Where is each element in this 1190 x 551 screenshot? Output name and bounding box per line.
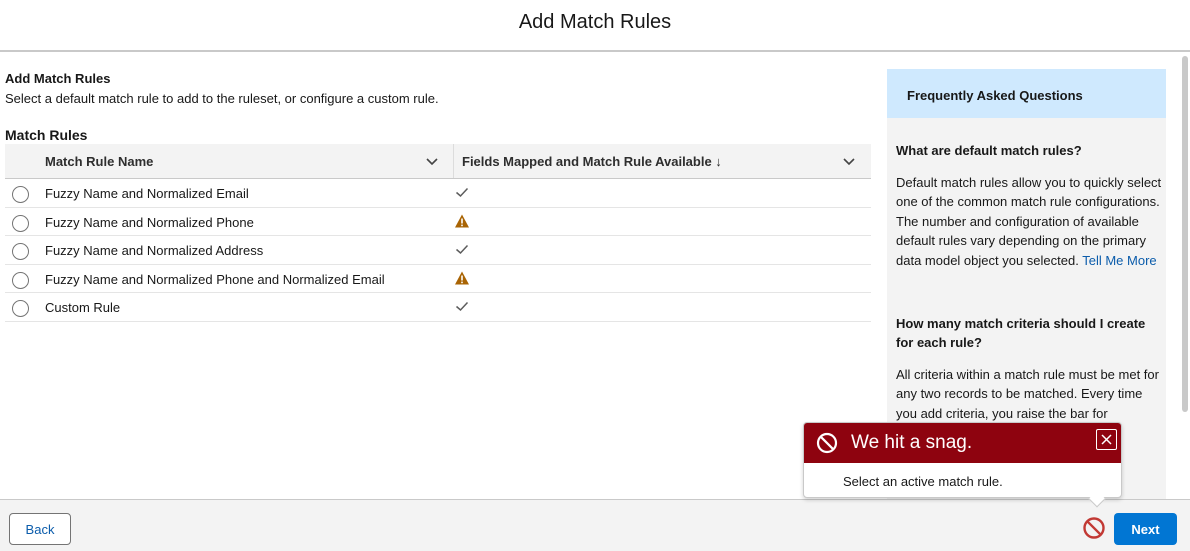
rule-radio-button[interactable] bbox=[12, 300, 29, 317]
faq-title: Frequently Asked Questions bbox=[907, 88, 1083, 103]
scrollbar[interactable] bbox=[1182, 56, 1188, 412]
table-row[interactable]: Fuzzy Name and Normalized Email bbox=[5, 179, 871, 208]
page-title: Add Match Rules bbox=[518, 11, 672, 33]
faq-question: How many match criteria should I create … bbox=[896, 316, 1146, 350]
faq-header: Frequently Asked Questions bbox=[887, 69, 1166, 118]
error-popover: We hit a snag. Select an active match ru… bbox=[803, 422, 1122, 508]
tell-me-more-link[interactable]: Tell Me More bbox=[1082, 253, 1156, 268]
rule-radio-button[interactable] bbox=[12, 271, 29, 289]
warning-icon bbox=[455, 271, 469, 284]
rule-name: Fuzzy Name and Normalized Email bbox=[45, 186, 249, 201]
rule-name: Fuzzy Name and Normalized Address bbox=[45, 243, 264, 258]
ban-icon bbox=[816, 432, 838, 454]
chevron-down-icon[interactable] bbox=[425, 154, 439, 168]
faq-answer: All criteria within a match rule must be… bbox=[896, 367, 1159, 421]
modal-header: Add Match Rules bbox=[0, 0, 1190, 52]
rule-radio-button[interactable] bbox=[12, 243, 29, 260]
match-rules-title: Match Rules bbox=[5, 127, 88, 143]
column-header-match-rule-name[interactable]: Match Rule Name bbox=[5, 144, 454, 178]
error-popover-message: Select an active match rule. bbox=[843, 474, 1003, 489]
column-header-label: Match Rule Name bbox=[45, 154, 154, 169]
error-popover-header: We hit a snag. bbox=[804, 423, 1121, 463]
table-row[interactable]: Custom Rule bbox=[5, 293, 871, 322]
table-row[interactable]: Fuzzy Name and Normalized Address bbox=[5, 236, 871, 265]
error-popover-title: We hit a snag. bbox=[851, 432, 973, 453]
rule-name: Fuzzy Name and Normalized Phone and Norm… bbox=[45, 271, 385, 287]
check-icon bbox=[456, 301, 469, 312]
rule-name: Fuzzy Name and Normalized Phone bbox=[45, 214, 254, 230]
rule-radio-button[interactable] bbox=[12, 214, 29, 232]
column-header-label: Fields Mapped and Match Rule Available ↓ bbox=[462, 154, 722, 169]
check-icon bbox=[456, 244, 469, 255]
faq-answer: Default match rules allow you to quickly… bbox=[896, 173, 1162, 270]
table-row[interactable]: Fuzzy Name and Normalized Phone and Norm… bbox=[5, 265, 871, 293]
check-icon bbox=[456, 187, 469, 198]
section-title: Add Match Rules bbox=[5, 71, 111, 86]
modal-footer: Back Next bbox=[0, 499, 1190, 551]
rule-radio-button[interactable] bbox=[12, 186, 29, 203]
table-header: Match Rule Name Fields Mapped and Match … bbox=[5, 144, 871, 179]
section-description: Select a default match rule to add to th… bbox=[5, 91, 439, 106]
back-button[interactable]: Back bbox=[9, 513, 71, 545]
column-header-fields-mapped[interactable]: Fields Mapped and Match Rule Available ↓ bbox=[454, 144, 871, 178]
next-button[interactable]: Next bbox=[1114, 513, 1177, 545]
rule-name: Custom Rule bbox=[45, 300, 121, 315]
faq-question: What are default match rules? bbox=[896, 143, 1082, 158]
warning-icon bbox=[455, 214, 469, 227]
close-icon bbox=[1101, 434, 1112, 445]
match-rules-table: Match Rule Name Fields Mapped and Match … bbox=[5, 144, 871, 322]
close-button[interactable] bbox=[1096, 429, 1117, 450]
error-icon[interactable] bbox=[1082, 516, 1106, 540]
chevron-down-icon[interactable] bbox=[842, 154, 856, 168]
table-row[interactable]: Fuzzy Name and Normalized Phone bbox=[5, 208, 871, 236]
